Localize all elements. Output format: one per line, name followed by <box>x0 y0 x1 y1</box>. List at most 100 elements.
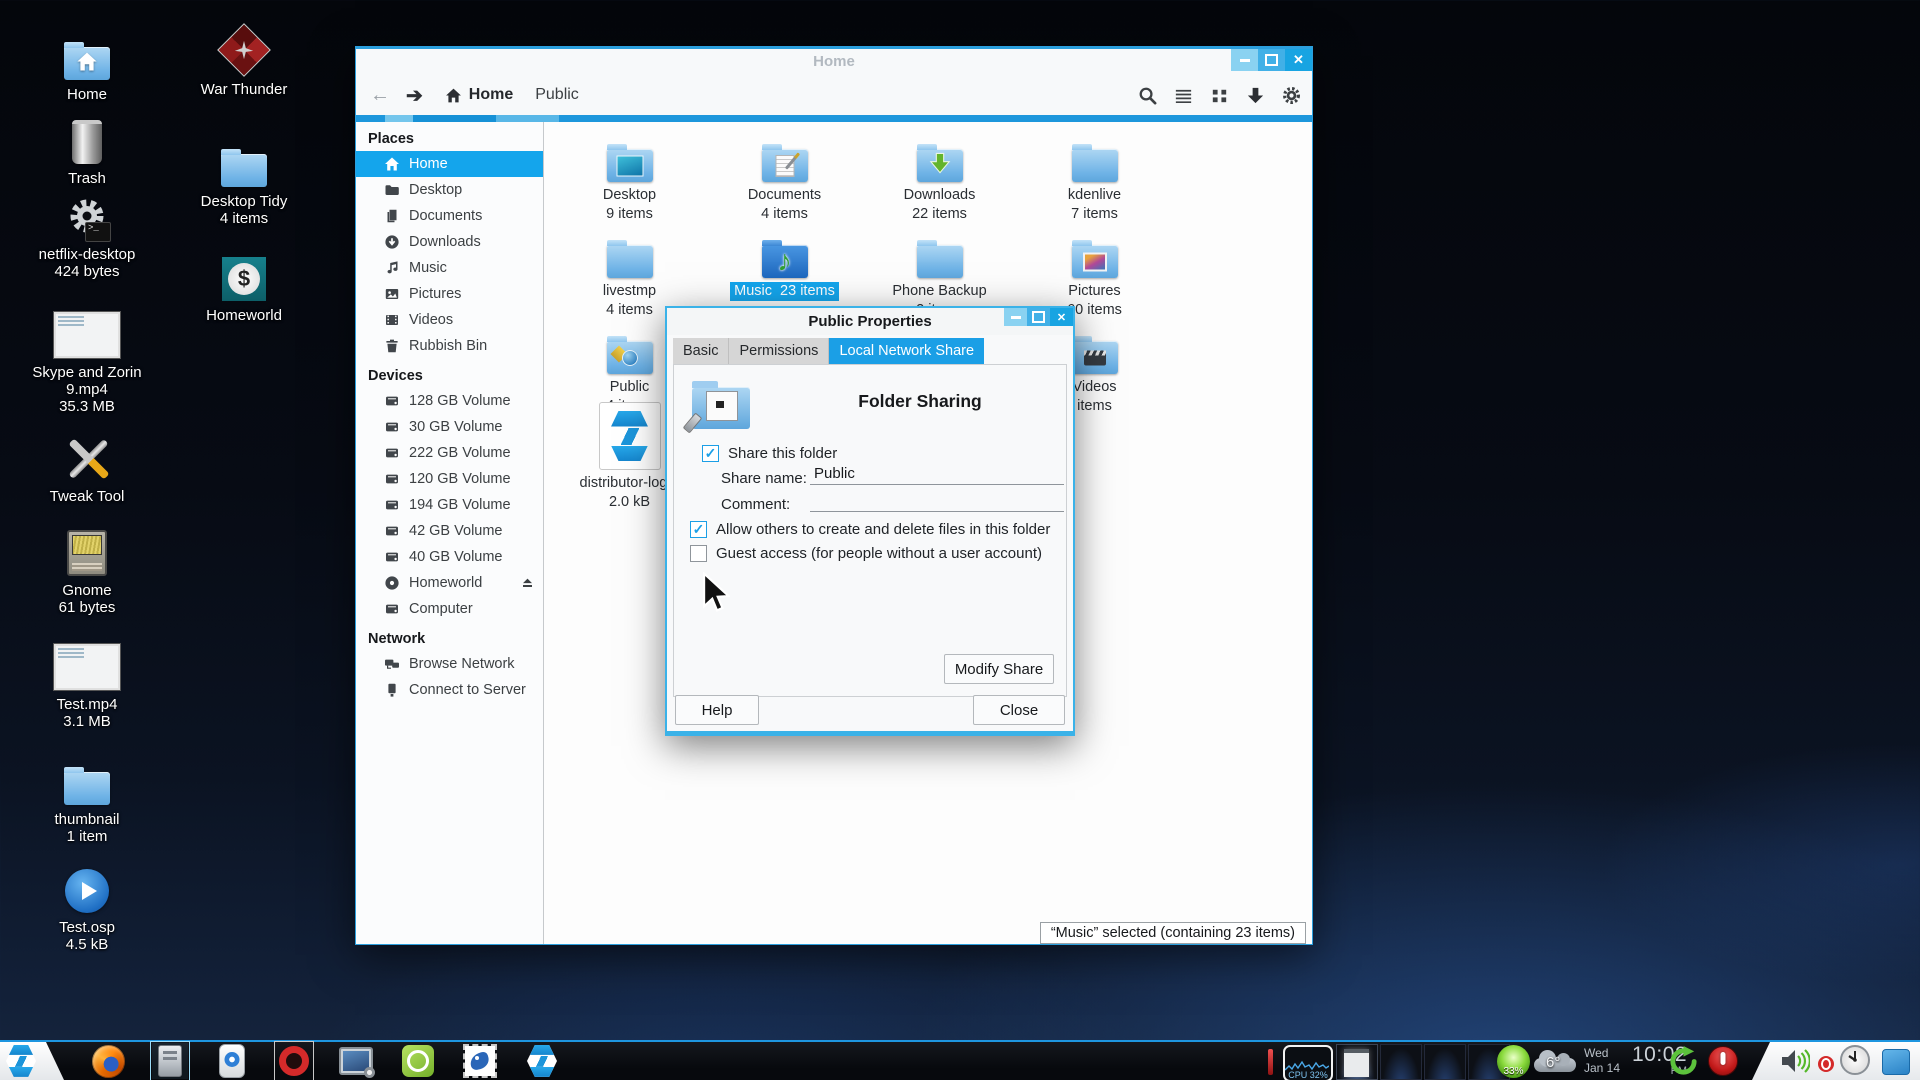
workspace-1[interactable] <box>1336 1044 1378 1080</box>
forward-icon[interactable]: ➔ <box>406 83 423 108</box>
show-desktop-button[interactable] <box>1882 1049 1910 1075</box>
desktop-icon-trash[interactable]: Trash <box>12 106 162 187</box>
folder-videos-icon <box>1072 341 1118 374</box>
taskbar-app-software-center[interactable] <box>400 1043 436 1079</box>
opera-tray-icon[interactable] <box>1818 1056 1834 1072</box>
desktop-icon-skype-and-zorin-9-mp4[interactable]: Skype and Zorin 9.mp435.3 MB <box>12 300 162 415</box>
sidebar-device-194-gb-volume[interactable]: 194 GB Volume <box>356 492 543 518</box>
taskbar-app-thunderbird[interactable] <box>462 1043 498 1079</box>
guest-access-checkbox[interactable] <box>690 545 707 562</box>
workspace-2[interactable] <box>1380 1044 1422 1080</box>
modify-share-button[interactable]: Modify Share <box>944 654 1054 684</box>
sidebar-item-home[interactable]: Home <box>356 151 543 177</box>
sidebar-network-browse-network[interactable]: Browse Network <box>356 651 543 677</box>
minimize-button[interactable] <box>1231 49 1258 71</box>
dialog-titlebar[interactable]: Public Properties ✕ <box>667 308 1073 335</box>
taskbar-app-zorin-app[interactable] <box>524 1043 560 1079</box>
sidebar-item-pictures[interactable]: Pictures <box>356 281 543 307</box>
download-icon[interactable] <box>1244 84 1266 106</box>
sidebar-item-downloads[interactable]: Downloads <box>356 229 543 255</box>
dialog-close-button[interactable]: ✕ <box>1050 308 1073 326</box>
allow-others-checkbox[interactable]: ✓ <box>690 521 707 538</box>
status-orb[interactable]: 33% <box>1497 1045 1530 1078</box>
date-display[interactable]: Wed Jan 14 <box>1584 1046 1620 1076</box>
desktop-icon-tweak-tool[interactable]: Tweak Tool <box>12 424 162 505</box>
drive-icon <box>383 419 400 436</box>
clock-tray-icon[interactable] <box>1840 1045 1870 1075</box>
dialog-minimize-button[interactable] <box>1004 308 1027 326</box>
share-name-input[interactable]: Public <box>810 465 1064 485</box>
close-button[interactable]: ✕ <box>1285 49 1312 71</box>
file-name: Music <box>730 282 776 301</box>
zorin-app-icon <box>527 1045 557 1077</box>
share-folder-checkbox-row[interactable]: ✓ Share this folder <box>702 445 837 462</box>
taskbar-app-opera[interactable] <box>276 1043 312 1079</box>
workspace-3[interactable] <box>1424 1044 1466 1080</box>
desktop-icon-label: Test.mp4 <box>18 696 156 713</box>
system-tray <box>1752 1042 1920 1080</box>
sidebar-item-desktop[interactable]: Desktop <box>356 177 543 203</box>
sidebar-item-music[interactable]: Music <box>356 255 543 281</box>
sidebar-device-120-gb-volume[interactable]: 120 GB Volume <box>356 466 543 492</box>
taskbar-app-media-player[interactable] <box>214 1043 250 1079</box>
gear-icon[interactable] <box>1280 84 1302 106</box>
file-item-downloads[interactable]: Downloads22 items <box>862 130 1017 224</box>
file-name: Downloads <box>862 186 1017 205</box>
eject-icon[interactable] <box>520 575 535 594</box>
desktop-icon-thumbnail[interactable]: thumbnail1 item <box>12 747 162 845</box>
sidebar-item-label: Downloads <box>409 234 481 250</box>
sidebar-device-222-gb-volume[interactable]: 222 GB Volume <box>356 440 543 466</box>
file-item-documents[interactable]: Documents4 items <box>707 130 862 224</box>
desktop-icon-war-thunder[interactable]: War Thunder <box>169 17 319 98</box>
desktop-icon-netflix-desktop[interactable]: >_netflix-desktop424 bytes <box>12 182 162 280</box>
desktop-icon-test-mp4[interactable]: Test.mp43.1 MB <box>12 632 162 730</box>
taskbar-app-file-manager[interactable] <box>152 1043 188 1079</box>
file-item-kdenlive[interactable]: kdenlive7 items <box>1017 130 1172 224</box>
allow-others-checkbox-row[interactable]: ✓ Allow others to create and delete file… <box>690 521 1050 538</box>
guest-access-checkbox-row[interactable]: Guest access (for people without a user … <box>690 545 1042 562</box>
start-menu-button[interactable] <box>0 1042 64 1080</box>
cpu-monitor[interactable]: CPU 32% <box>1283 1045 1333 1080</box>
list-view-icon[interactable] <box>1172 84 1194 106</box>
desktop-icon-desktop-tidy[interactable]: Desktop Tidy4 items <box>169 129 319 227</box>
network-header: Network <box>356 622 543 651</box>
share-folder-checkbox[interactable]: ✓ <box>702 445 719 462</box>
desktop-icon-home[interactable]: Home <box>12 22 162 103</box>
grid-view-icon[interactable] <box>1208 84 1230 106</box>
sidebar-device-40-gb-volume[interactable]: 40 GB Volume <box>356 544 543 570</box>
desktop-icon-homeworld[interactable]: $Homeworld <box>169 243 319 324</box>
desktop-icon-gnome[interactable]: Gnome61 bytes <box>12 518 162 616</box>
tab-basic[interactable]: Basic <box>673 338 729 364</box>
weather-widget[interactable]: 6° <box>1534 1050 1580 1076</box>
sidebar-device-30-gb-volume[interactable]: 30 GB Volume <box>356 414 543 440</box>
taskbar-app-screenshot-tool[interactable] <box>338 1043 374 1079</box>
taskbar-app-firefox[interactable] <box>90 1043 126 1079</box>
breadcrumb-public[interactable]: Public <box>535 86 579 104</box>
tab-permissions[interactable]: Permissions <box>729 338 829 364</box>
tab-local-network-share[interactable]: Local Network Share <box>829 338 984 364</box>
help-button[interactable]: Help <box>675 695 759 725</box>
back-icon[interactable]: ← <box>370 84 390 107</box>
maximize-button[interactable] <box>1258 49 1285 71</box>
sidebar-network-connect-to-server[interactable]: Connect to Server <box>356 677 543 703</box>
shutdown-button[interactable] <box>1708 1046 1738 1076</box>
search-icon[interactable] <box>1136 84 1158 106</box>
file-item-music[interactable]: ♪Music23 items <box>707 226 862 301</box>
comment-input[interactable] <box>810 491 1064 512</box>
sidebar-device-128-gb-volume[interactable]: 128 GB Volume <box>356 388 543 414</box>
dialog-maximize-button[interactable] <box>1027 308 1050 326</box>
sidebar-item-documents[interactable]: Documents <box>356 203 543 229</box>
close-button-dialog[interactable]: Close <box>973 695 1065 725</box>
desktop-icon-test-osp[interactable]: Test.osp4.5 kB <box>12 855 162 953</box>
sidebar-device-computer[interactable]: Computer <box>356 596 543 622</box>
sidebar-device-42-gb-volume[interactable]: 42 GB Volume <box>356 518 543 544</box>
logout-button[interactable] <box>1668 1046 1699 1080</box>
toolbar: ← ➔ Home Public <box>356 75 1312 115</box>
file-item-desktop[interactable]: Desktop9 items <box>552 130 707 224</box>
sidebar-item-videos[interactable]: Videos <box>356 307 543 333</box>
volume-icon[interactable] <box>1780 1047 1810 1080</box>
sidebar-item-rubbish-bin[interactable]: Rubbish Bin <box>356 333 543 359</box>
window-titlebar[interactable]: Home ✕ <box>356 47 1312 75</box>
breadcrumb-home[interactable]: Home <box>445 86 513 104</box>
sidebar-device-homeworld[interactable]: Homeworld <box>356 570 543 596</box>
